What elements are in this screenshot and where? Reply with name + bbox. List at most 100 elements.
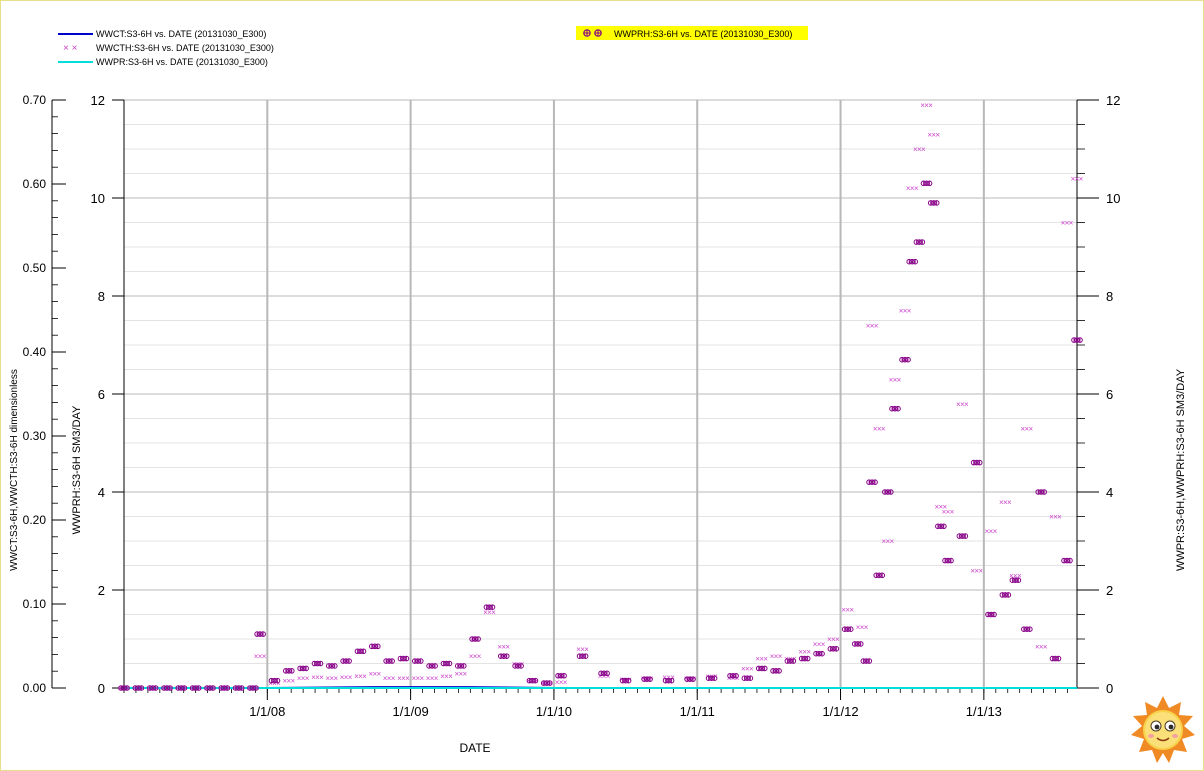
wwprh-point: [346, 658, 352, 664]
wwprh-point: [872, 479, 878, 486]
wwprh-point: [866, 658, 873, 664]
wwcth-point: ×: [835, 635, 840, 644]
wwcth-point: ×: [391, 674, 396, 683]
legend: WWCT:S3-6H vs. DATE (20131030_E300) × × …: [58, 26, 808, 67]
wwprh-point: [879, 572, 886, 579]
wwprh-point: [905, 356, 911, 363]
wwprh-point: [962, 533, 969, 539]
wwcth-point: ×: [907, 307, 912, 316]
wwprh-point: [1067, 557, 1073, 564]
wwprh-point: [403, 655, 410, 662]
y-inner-tick-label: 0: [98, 681, 105, 696]
legend-item-wwcth: × × WWCTH:S3-6H vs. DATE (20131030_E300): [63, 43, 274, 54]
y-right-tick-label: 2: [1106, 583, 1113, 598]
y-axis-left-outer-ticks: 0.00 0.10 0.20 0.30 0.40 0.50 0.60 0.70: [23, 93, 66, 695]
wwprh-point: [847, 626, 854, 633]
wwcth-point: ×: [993, 527, 998, 536]
wwprh-point: [289, 668, 295, 674]
wwprh-point: [761, 665, 768, 672]
wwprh-point: [857, 641, 864, 647]
wwprh-point: [303, 665, 309, 672]
wwcth-point: ×: [290, 677, 295, 686]
wwcth-point: ×: [348, 673, 353, 682]
wwcth-point: ×: [763, 655, 768, 664]
wwprh-point: [941, 523, 947, 530]
y-axis-right-title: WWPR:S3-6H,WWPRH:S3-6H SM3/DAY: [1175, 368, 1187, 571]
x-tick-label: 1/1/08: [249, 704, 285, 719]
wwprh-point: [1005, 592, 1012, 598]
wwprh-point: [895, 405, 901, 412]
y-inner-tick-label: 4: [98, 485, 105, 500]
x-tick-label: 1/1/10: [536, 704, 572, 719]
wwcth-point: ×: [821, 640, 826, 649]
wwcth-point: ×: [921, 145, 926, 154]
x-tick-label: 1/1/11: [680, 704, 715, 719]
legend-item-wwpr: WWPR:S3-6H vs. DATE (20131030_E300): [58, 57, 268, 67]
y-axis-left-outer-title: WWCT:S3-6H,WWCTH:S3-6H dimensionless: [9, 369, 20, 571]
wwprh-point: [804, 655, 811, 662]
grid: [124, 99, 1077, 689]
y-right-tick-label: 0: [1106, 681, 1113, 696]
wwprh-point: [919, 239, 926, 245]
y-outer-tick-label: 0.40: [23, 345, 47, 359]
wwcth-point: ×: [864, 623, 869, 632]
x-tick-label: 1/1/12: [822, 704, 858, 719]
wwprh-point: [561, 672, 567, 679]
wwprh-point: [503, 653, 510, 659]
wwcth-point: ×: [462, 669, 467, 678]
wwprh-point: [912, 258, 918, 265]
y-outer-tick-label: 0.50: [23, 261, 47, 275]
series-lines: [124, 686, 1077, 689]
wwprh-point: [1055, 655, 1062, 662]
legend-label-wwct: WWCT:S3-6H vs. DATE (20131030_E300): [96, 29, 266, 39]
y-right-tick-label: 12: [1106, 93, 1120, 108]
y-right-tick-label: 4: [1106, 485, 1113, 500]
wwcth-point: ×: [1069, 219, 1074, 228]
wwprh-point: [1077, 337, 1083, 343]
wwprh-point: [432, 663, 438, 669]
wwcth-point: ×: [1079, 174, 1084, 183]
y-inner-tick-label: 12: [91, 93, 105, 108]
wwcth-point: ×: [806, 647, 811, 656]
legend-swatch-wwcth: × ×: [63, 43, 78, 54]
wwcth-point: ×: [563, 678, 568, 687]
y-outer-tick-label: 0.60: [23, 177, 47, 191]
wwcth-point: ×: [950, 508, 955, 517]
y-outer-tick-label: 0.70: [23, 93, 47, 107]
wwprh-point: [926, 180, 933, 187]
wwcth-point: ×: [749, 664, 754, 673]
wwprh-point: [260, 631, 266, 637]
y-axis-left-inner-ticks: 0 2 4 6 8 10 12: [91, 93, 124, 696]
wwprh-point: [1027, 626, 1033, 633]
wwcth-point: ×: [881, 424, 886, 433]
wwcth-point: ×: [419, 674, 424, 683]
wwcth-point: ×: [1029, 424, 1034, 433]
y-outer-tick-label: 0.10: [23, 597, 47, 611]
y-inner-tick-label: 6: [98, 387, 105, 402]
y-inner-tick-label: 8: [98, 289, 105, 304]
wwcth-point: ×: [584, 645, 589, 654]
wwcth-point: ×: [849, 606, 854, 615]
wwcth-point: ×: [262, 652, 267, 661]
wwprh-point: [948, 557, 954, 564]
y-right-tick-label: 10: [1106, 191, 1120, 206]
x-axis-ticks: 1/1/08 1/1/09 1/1/10 1/1/11 1/1/12 1/1/13: [123, 688, 1068, 719]
y-outer-tick-label: 0.20: [23, 513, 47, 527]
wwprh-point: [776, 668, 782, 674]
y-right-tick-label: 8: [1106, 289, 1113, 304]
legend-label-wwprh: WWPRH:S3-6H vs. DATE (20131030_E300): [614, 29, 792, 39]
series-wwprh-markers: [118, 180, 1083, 691]
wwcth-point: ×: [434, 674, 439, 683]
y-outer-tick-label: 0.00: [23, 681, 47, 695]
wwcth-point: ×: [362, 672, 367, 681]
wwcth-point: ×: [1043, 642, 1048, 651]
wwcth-point: ×: [897, 375, 902, 384]
y-axis-left-inner-title: WWPRH:S3-6H SM3/DAY: [71, 405, 83, 534]
y-right-tick-label: 6: [1106, 387, 1113, 402]
chart-canvas: WWCT:S3-6H vs. DATE (20131030_E300) × × …: [9, 26, 1195, 763]
wwcth-point: ×: [505, 642, 510, 651]
wwprh-point: [833, 646, 840, 652]
legend-item-wwprh: WWPRH:S3-6H vs. DATE (20131030_E300): [576, 26, 808, 40]
legend-label-wwpr: WWPR:S3-6H vs. DATE (20131030_E300): [96, 57, 268, 67]
wwcth-point: ×: [1057, 513, 1062, 522]
